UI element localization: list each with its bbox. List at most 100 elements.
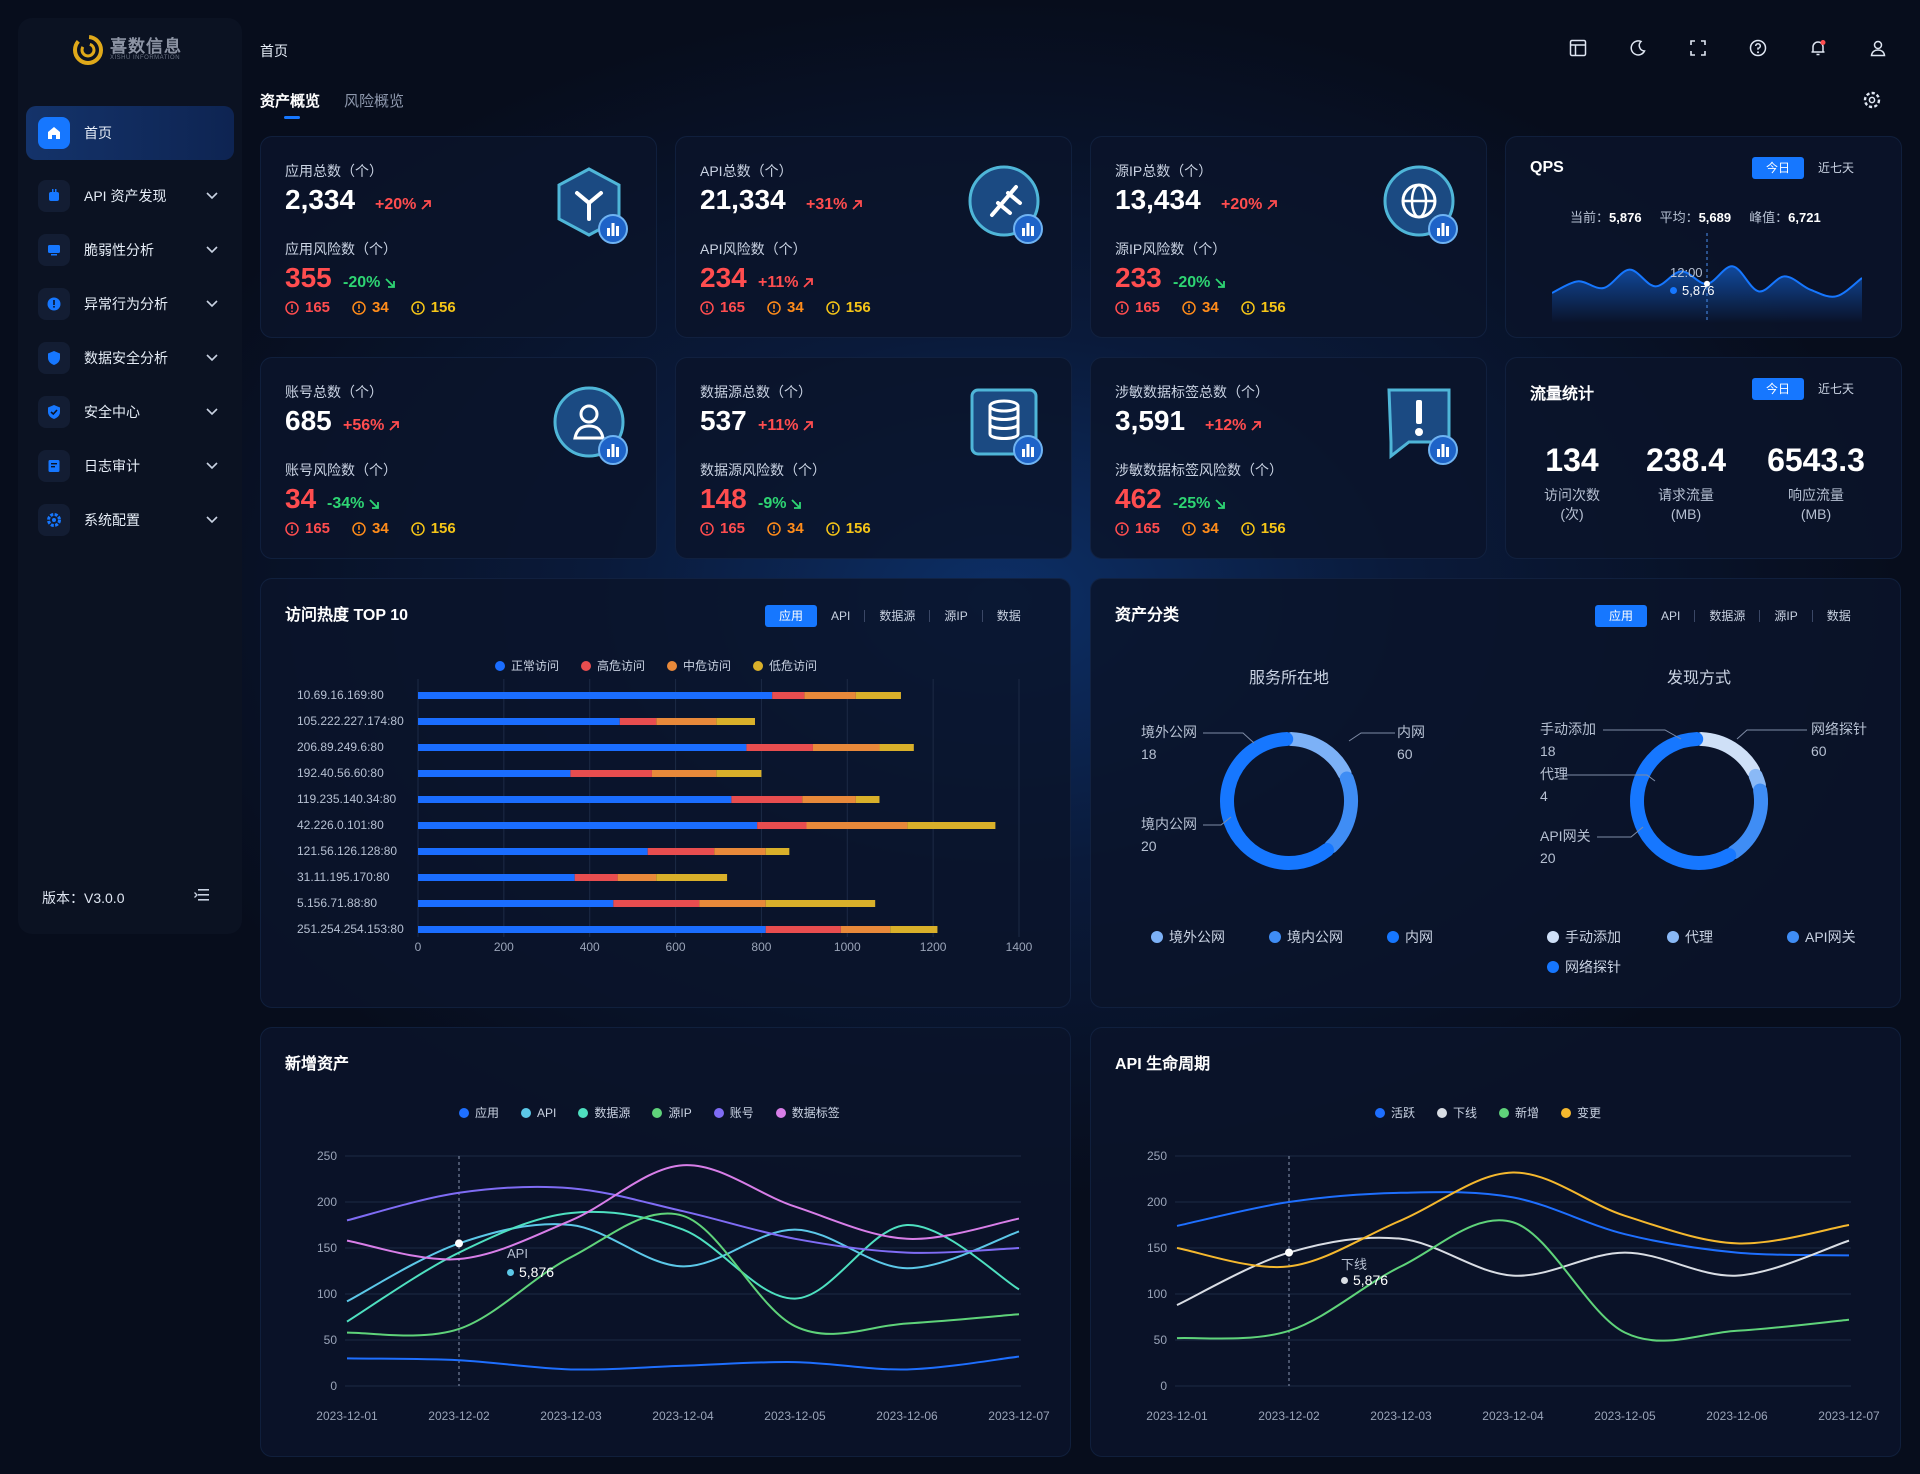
chart-badge-icon[interactable]: [1427, 434, 1459, 466]
chart-badge-icon[interactable]: [597, 434, 629, 466]
kpi-card: 账号总数（个） 685 +56% 账号风险数（个） 34 -34% 165 34…: [260, 357, 657, 559]
chart-badge-icon[interactable]: [597, 213, 629, 245]
y-tick-label: 31.11.195.170:80: [297, 870, 390, 884]
label-leader: [1603, 729, 1682, 740]
sidebar-item-api-discovery[interactable]: API 资产发现: [26, 176, 234, 216]
y-tick-label: 200: [1147, 1195, 1167, 1209]
qps-avg-label: 平均：: [1659, 210, 1699, 225]
stat-request-label: 请求流量 (MB): [1658, 487, 1714, 522]
bar-segment: [714, 848, 766, 855]
kpi-total-change: +12%: [1205, 416, 1262, 436]
kpi-risk-label: 应用风险数（个）: [285, 241, 397, 257]
legend-domestic: 境内公网: [1269, 927, 1343, 947]
sidebar: 喜数信息 XISHU INFORMATION 首页 API 资产发现 脆弱性分析…: [18, 18, 242, 934]
filter-datasource[interactable]: 数据源: [865, 605, 929, 627]
traffic-range-toggle: 今日 近七天: [1752, 378, 1868, 400]
donut-slice: [1630, 732, 1737, 870]
range-today[interactable]: 今日: [1752, 378, 1805, 400]
legend-intranet: 内网: [1387, 927, 1433, 947]
risk-mid-count: 34: [352, 299, 389, 316]
kpi-risk-value: 233: [1115, 262, 1162, 293]
settings-gear-icon[interactable]: [1862, 90, 1882, 110]
bar-segment: [855, 692, 901, 699]
kpi-risk-change: -20%: [1173, 273, 1226, 293]
bar-segment: [418, 692, 773, 699]
sidebar-item-security-center[interactable]: 安全中心: [26, 392, 234, 432]
api-icon: [38, 180, 70, 212]
filter-api[interactable]: API: [817, 605, 864, 627]
top10-legend: 正常访问 高危访问 中危访问 低危访问: [495, 657, 817, 674]
collapse-menu-icon[interactable]: [194, 888, 210, 902]
sidebar-item-label: 脆弱性分析: [84, 242, 154, 258]
risk-low-count: 156: [825, 520, 871, 537]
chevron-down-icon: [206, 462, 218, 470]
kpi-card: 涉敏数据标签总数（个） 3,591 +12% 涉敏数据标签风险数（个） 462 …: [1090, 357, 1487, 559]
logo-icon: [73, 35, 103, 65]
chevron-down-icon: [206, 300, 218, 308]
filter-source-ip[interactable]: 源IP: [930, 605, 981, 627]
filter-app[interactable]: 应用: [765, 605, 818, 627]
kpi-risk-change: -25%: [1173, 494, 1226, 514]
filter-data[interactable]: 数据: [983, 605, 1035, 627]
risk-low-count: 156: [1240, 299, 1286, 316]
kpi-total-change: +56%: [343, 416, 400, 436]
bar-segment: [890, 926, 938, 933]
donut-slice: [1284, 732, 1352, 781]
kpi-total-value: 13,434: [1115, 184, 1201, 215]
bar-segment: [812, 744, 880, 751]
kpi-total-change: +20%: [1221, 195, 1278, 215]
chart-badge-icon[interactable]: [1012, 434, 1044, 466]
y-tick-label: 251.254.254.153:80: [297, 922, 404, 936]
range-seven-days[interactable]: 近七天: [1804, 378, 1868, 400]
legend-manual: 手动添加: [1547, 927, 1667, 947]
kpi-card: 数据源总数（个） 537 +11% 数据源风险数（个） 148 -9% 165 …: [675, 357, 1072, 559]
sidebar-item-label: 数据安全分析: [84, 350, 168, 366]
sidebar-item-vulnerability[interactable]: 脆弱性分析: [26, 230, 234, 270]
sidebar-item-data-security[interactable]: 数据安全分析: [26, 338, 234, 378]
slice-value: 60: [1811, 743, 1827, 759]
sidebar-item-anomaly[interactable]: 异常行为分析: [26, 284, 234, 324]
range-seven-days[interactable]: 近七天: [1804, 157, 1868, 179]
sidebar-item-label: API 资产发现: [84, 188, 167, 204]
tab-asset-overview[interactable]: 资产概览: [260, 90, 320, 119]
user-avatar-icon[interactable]: [1866, 36, 1890, 60]
layout-icon[interactable]: [1566, 36, 1590, 60]
y-tick-label: 200: [317, 1195, 337, 1209]
risk-high-count: 165: [700, 520, 745, 537]
sidebar-item-home[interactable]: 首页: [26, 106, 234, 160]
kpi-total-change: +20%: [375, 195, 432, 215]
bar-segment: [746, 744, 813, 751]
risk-low-count: 156: [410, 520, 456, 537]
bell-icon[interactable]: [1806, 36, 1830, 60]
moon-icon[interactable]: [1626, 36, 1650, 60]
bar-segment: [765, 900, 876, 907]
y-tick-label: 10.69.16.169:80: [297, 688, 384, 702]
bar-segment: [716, 718, 755, 725]
chart-badge-icon[interactable]: [1427, 213, 1459, 245]
kpi-risk-value: 355: [285, 262, 332, 293]
hover-point: [1285, 1248, 1293, 1257]
sidebar-item-system-config[interactable]: 系统配置: [26, 500, 234, 540]
y-tick-label: 0: [1160, 1379, 1167, 1393]
na-tooltip-name: API: [507, 1246, 528, 1261]
kpi-risk-value: 234: [700, 262, 747, 293]
range-today[interactable]: 今日: [1752, 157, 1805, 179]
na-tooltip-value: 5,876: [519, 1264, 555, 1280]
x-tick-label: 2023-12-06: [1706, 1409, 1768, 1423]
legend-api-gateway: API网关: [1787, 927, 1867, 947]
risk-low-count: 156: [410, 299, 456, 316]
qps-tooltip-value: 5,876: [1682, 283, 1715, 298]
chart-badge-icon[interactable]: [1012, 213, 1044, 245]
label-leader: [1348, 732, 1395, 742]
tab-risk-overview[interactable]: 风险概览: [344, 90, 404, 111]
fullscreen-icon[interactable]: [1686, 36, 1710, 60]
series-line: [346, 1185, 1020, 1254]
sidebar-item-log-audit[interactable]: 日志审计: [26, 446, 234, 486]
qps-title: QPS: [1530, 159, 1564, 176]
kpi-total-label: 数据源总数（个）: [700, 384, 812, 400]
bar-segment: [772, 692, 805, 699]
help-icon[interactable]: [1746, 36, 1770, 60]
x-tick-label: 2023-12-03: [540, 1409, 602, 1423]
slice-value: 4: [1540, 788, 1548, 804]
slice-label: 代理: [1540, 766, 1568, 782]
